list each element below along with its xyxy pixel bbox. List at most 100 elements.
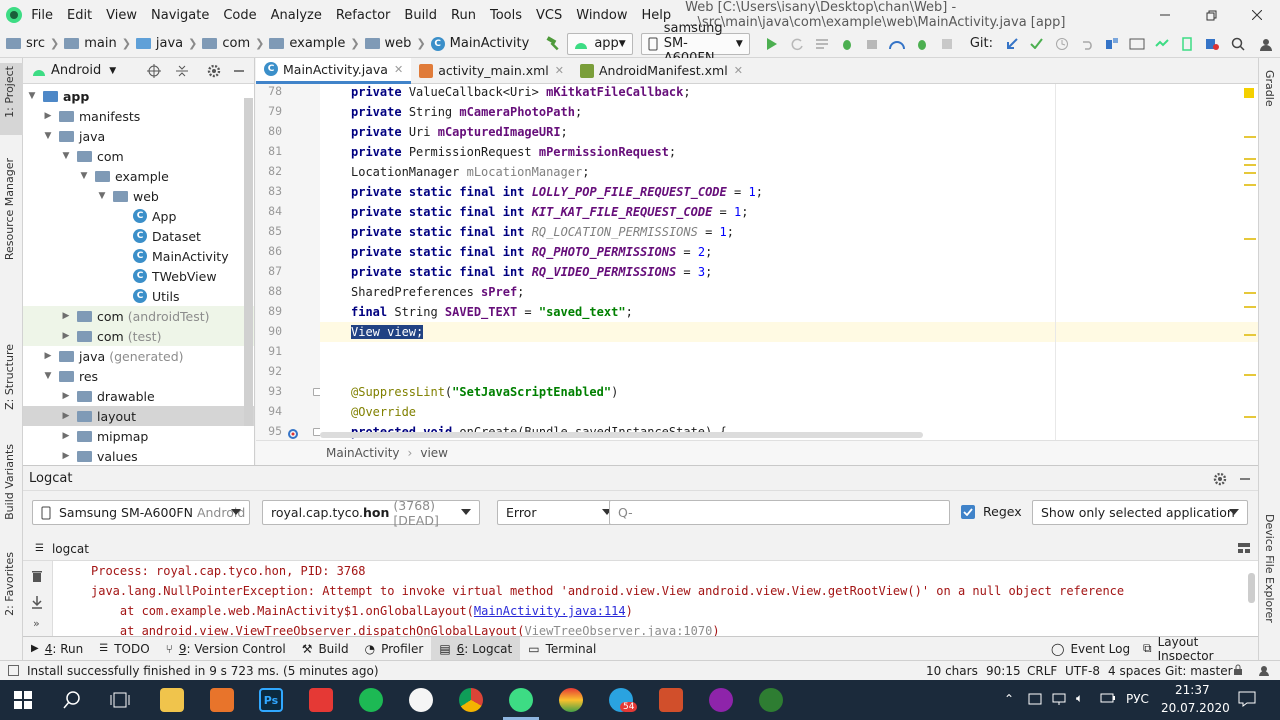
- tab-androidmanifest-xml[interactable]: AndroidManifest.xml ✕: [572, 58, 751, 84]
- tree-item-layout[interactable]: ▶ layout: [23, 406, 254, 426]
- tree-item-example[interactable]: ▼ example: [23, 166, 254, 186]
- toggle-tool-windows-icon[interactable]: [8, 665, 19, 676]
- menu-run[interactable]: Run: [451, 8, 476, 23]
- hide-panel-icon[interactable]: [233, 64, 245, 78]
- search-icon[interactable]: [63, 691, 81, 709]
- utorrent-icon[interactable]: [759, 688, 783, 712]
- tree-item-java-generated[interactable]: ▶ java (generated): [23, 346, 254, 366]
- status-git-branch[interactable]: Git: master: [1165, 664, 1233, 678]
- task-view-icon[interactable]: [110, 691, 130, 709]
- breadcrumb-field[interactable]: view: [420, 446, 448, 460]
- code-editor[interactable]: private ValueCallback<Uri> mKitkatFileCa…: [320, 84, 1258, 440]
- warning-stripe-mark[interactable]: [1244, 306, 1256, 308]
- keyboard-language[interactable]: РУС: [1126, 692, 1149, 706]
- status-caret-position[interactable]: 90:15: [986, 664, 1021, 678]
- tab-mainactivity-java[interactable]: C MainActivity.java ✕: [256, 57, 412, 84]
- tab-structure[interactable]: Z: Structure: [3, 344, 16, 410]
- menu-window[interactable]: Window: [576, 8, 627, 23]
- tab-logcat[interactable]: ▤ 6: Logcat: [431, 636, 521, 661]
- collapse-all-icon[interactable]: [175, 64, 189, 78]
- close-icon[interactable]: ✕: [734, 64, 743, 77]
- project-structure-icon[interactable]: [1099, 37, 1124, 51]
- warning-status-icon[interactable]: [1244, 88, 1254, 98]
- layout-options-icon[interactable]: [1237, 542, 1251, 554]
- run-icon[interactable]: [760, 37, 785, 50]
- menu-navigate[interactable]: Navigate: [151, 8, 209, 23]
- locate-icon[interactable]: [147, 64, 161, 78]
- chevron-down-icon[interactable]: ▼: [109, 66, 116, 76]
- breadcrumb-example[interactable]: example: [289, 36, 345, 51]
- logcat-search-input[interactable]: Q-: [609, 500, 950, 525]
- anydesk-icon[interactable]: [309, 688, 333, 712]
- apply-code-changes-icon[interactable]: [810, 38, 835, 50]
- breadcrumb-java[interactable]: java: [156, 36, 183, 51]
- stacktrace-link[interactable]: MainActivity.java:114: [474, 604, 626, 618]
- tray-chevron-up-icon[interactable]: ⌃: [1004, 692, 1014, 706]
- tree-item-values[interactable]: ▶ values: [23, 446, 254, 466]
- sdk-manager-icon[interactable]: [1174, 36, 1199, 51]
- tree-item-mainactivity[interactable]: C MainActivity: [23, 246, 254, 266]
- tree-item-com[interactable]: ▼ com: [23, 146, 254, 166]
- menu-view[interactable]: View: [106, 8, 137, 23]
- warning-stripe-mark[interactable]: [1244, 172, 1256, 174]
- tree-item-res[interactable]: ▼ res: [23, 366, 254, 386]
- tab-gradle[interactable]: Gradle: [1263, 70, 1276, 107]
- tree-item-drawable[interactable]: ▶ drawable: [23, 386, 254, 406]
- breadcrumb-mainactivity[interactable]: MainActivity: [450, 36, 530, 51]
- sync-gradle-icon[interactable]: [1149, 37, 1174, 51]
- battery-icon[interactable]: [1100, 692, 1116, 704]
- clock-date[interactable]: 20.07.2020: [1161, 701, 1230, 715]
- volume-icon[interactable]: 🔈︎: [1076, 691, 1083, 706]
- tree-item-app-class[interactable]: C App: [23, 206, 254, 226]
- menu-edit[interactable]: Edit: [67, 8, 92, 23]
- tab-profiler[interactable]: ◔ Profiler: [357, 637, 432, 661]
- tab-run[interactable]: ▶ 4: Run: [23, 637, 91, 661]
- windows-start-icon[interactable]: [14, 691, 32, 709]
- attach-process-icon[interactable]: [910, 37, 935, 51]
- breadcrumb-web[interactable]: web: [385, 36, 412, 51]
- status-encoding[interactable]: UTF-8: [1065, 664, 1100, 678]
- tree-item-com-androidtest[interactable]: ▶ com (androidTest): [23, 306, 254, 326]
- status-line-separator[interactable]: CRLF: [1027, 664, 1057, 678]
- trash-icon[interactable]: [31, 569, 43, 583]
- close-button[interactable]: [1234, 0, 1280, 30]
- tree-item-com-test[interactable]: ▶ com (test): [23, 326, 254, 346]
- logcat-filter-select[interactable]: Show only selected application: [1032, 500, 1248, 525]
- menu-vcs[interactable]: VCS: [536, 8, 562, 23]
- menu-refactor[interactable]: Refactor: [336, 8, 391, 23]
- tab-device-file-explorer[interactable]: Device File Explorer: [1263, 514, 1276, 623]
- tree-item-manifests[interactable]: ▶ manifests: [23, 106, 254, 126]
- warning-stripe-mark[interactable]: [1244, 334, 1256, 336]
- tab-todo[interactable]: ☰ TODO: [91, 637, 157, 661]
- more-tools-icon[interactable]: »: [33, 617, 40, 630]
- warning-stripe-mark[interactable]: [1244, 292, 1256, 294]
- tree-item-mipmap[interactable]: ▶ mipmap: [23, 426, 254, 446]
- inspector-icon[interactable]: [1258, 664, 1270, 676]
- notifications-icon[interactable]: [1238, 691, 1256, 707]
- android-studio-icon[interactable]: [509, 688, 533, 712]
- minimize-button[interactable]: [1142, 0, 1188, 30]
- rollback-icon[interactable]: [1074, 38, 1099, 50]
- close-icon[interactable]: ✕: [394, 63, 403, 76]
- git-update-icon[interactable]: [999, 37, 1024, 50]
- git-commit-check-icon[interactable]: [1024, 38, 1049, 49]
- breadcrumb-src[interactable]: src: [26, 36, 45, 51]
- maximize-button[interactable]: [1188, 0, 1234, 30]
- status-indent[interactable]: 4 spaces: [1108, 664, 1161, 678]
- make-project-hammer-icon[interactable]: [545, 35, 561, 52]
- lgbt-app-icon[interactable]: [559, 688, 583, 712]
- breadcrumb-com[interactable]: com: [222, 36, 250, 51]
- tab-terminal[interactable]: ▭ Terminal: [520, 637, 604, 661]
- menu-analyze[interactable]: Analyze: [271, 8, 322, 23]
- device-select[interactable]: samsung SM-A600FN ▼: [640, 21, 750, 66]
- project-scrollbar[interactable]: [244, 98, 253, 426]
- stop-icon[interactable]: [935, 38, 960, 50]
- profiler-icon[interactable]: [885, 38, 910, 50]
- stacktrace-link[interactable]: ViewTreeObserver.java:1070: [524, 624, 712, 636]
- lock-icon[interactable]: [1233, 664, 1243, 676]
- editor-horizontal-scrollbar[interactable]: [320, 432, 923, 438]
- menu-file[interactable]: File: [31, 8, 53, 23]
- tree-item-app[interactable]: ▼ app: [23, 86, 254, 106]
- search-icon[interactable]: [1224, 37, 1252, 51]
- file-explorer-icon[interactable]: [160, 688, 184, 712]
